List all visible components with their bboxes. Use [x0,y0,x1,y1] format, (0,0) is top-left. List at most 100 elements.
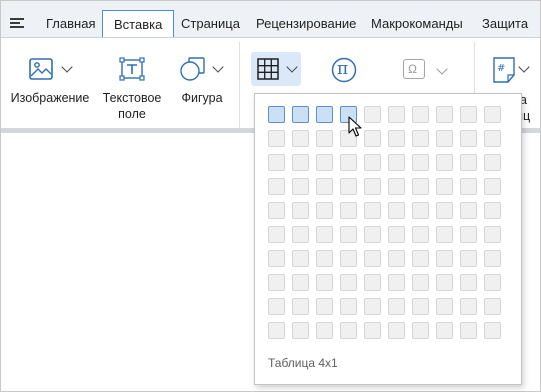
table-picker-cell[interactable] [484,202,501,219]
table-picker-cell[interactable] [292,250,309,267]
tab-home[interactable]: Главная [46,10,95,38]
table-picker-cell[interactable] [436,226,453,243]
table-picker-cell-selected[interactable] [268,106,285,123]
table-picker-cell[interactable] [388,322,405,339]
table-picker-cell[interactable] [364,250,381,267]
table-picker-cell[interactable] [388,274,405,291]
table-picker-cell[interactable] [388,226,405,243]
shape-button[interactable]: Фигура [176,54,232,122]
table-picker-cell[interactable] [316,130,333,147]
table-picker-cell[interactable] [364,106,381,123]
table-picker-cell[interactable] [316,226,333,243]
table-picker-cell[interactable] [388,202,405,219]
table-picker-cell[interactable] [316,298,333,315]
tab-review[interactable]: Рецензирование [256,10,356,38]
table-picker-cell[interactable] [316,250,333,267]
table-picker-cell[interactable] [412,298,429,315]
table-picker-cell[interactable] [340,202,357,219]
table-picker-cell[interactable] [436,298,453,315]
table-picker-cell-selected[interactable] [316,106,333,123]
image-button[interactable]: Изображение [8,54,92,122]
table-picker-cell[interactable] [484,322,501,339]
table-picker-cell[interactable] [292,178,309,195]
tab-macros[interactable]: Макрокоманды [371,10,463,38]
table-picker-cell[interactable] [364,274,381,291]
table-picker-cell[interactable] [484,250,501,267]
table-picker-cell[interactable] [316,274,333,291]
table-picker-cell[interactable] [412,178,429,195]
table-picker-cell[interactable] [364,154,381,171]
table-picker-cell[interactable] [388,298,405,315]
table-picker-cell[interactable] [364,226,381,243]
table-picker-cell[interactable] [412,322,429,339]
table-picker-cell[interactable] [388,178,405,195]
table-picker-cell[interactable] [484,274,501,291]
table-picker-cell[interactable] [412,106,429,123]
table-picker-cell[interactable] [412,250,429,267]
table-picker-cell[interactable] [460,322,477,339]
table-picker-cell[interactable] [436,250,453,267]
table-picker-cell[interactable] [484,130,501,147]
tab-protection[interactable]: Защита [482,10,528,38]
table-picker-cell[interactable] [316,322,333,339]
table-picker-cell[interactable] [316,202,333,219]
table-button[interactable] [251,52,301,86]
table-picker-cell[interactable] [292,226,309,243]
table-picker-cell[interactable] [268,250,285,267]
table-picker-cell[interactable] [436,130,453,147]
table-picker-cell[interactable] [292,202,309,219]
table-picker-cell[interactable] [412,226,429,243]
table-picker-cell[interactable] [436,178,453,195]
table-picker-cell-selected[interactable] [292,106,309,123]
table-picker-cell[interactable] [292,154,309,171]
table-picker-cell[interactable] [484,226,501,243]
table-picker-cell[interactable] [340,274,357,291]
table-picker-cell[interactable] [460,130,477,147]
table-picker-cell[interactable] [412,154,429,171]
table-picker-cell[interactable] [292,274,309,291]
table-picker-cell[interactable] [460,106,477,123]
table-picker-cell[interactable] [340,154,357,171]
symbol-button[interactable]: Ω [400,57,448,85]
table-picker-cell[interactable] [364,202,381,219]
table-picker-cell[interactable] [388,130,405,147]
table-picker-cell[interactable] [460,154,477,171]
table-picker-cell[interactable] [268,130,285,147]
table-picker-cell[interactable] [412,274,429,291]
table-picker-cell[interactable] [340,226,357,243]
table-picker-cell[interactable] [316,178,333,195]
table-picker-cell[interactable] [292,130,309,147]
table-picker-grid[interactable] [268,106,508,346]
tab-insert[interactable]: Вставка [102,10,175,38]
table-picker-cell[interactable] [388,106,405,123]
table-picker-cell[interactable] [460,274,477,291]
table-picker-cell[interactable] [460,178,477,195]
table-picker-cell[interactable] [484,154,501,171]
table-picker-cell[interactable] [436,154,453,171]
tab-page[interactable]: Страница [181,10,240,38]
table-picker-cell[interactable] [268,322,285,339]
table-picker-cell[interactable] [436,322,453,339]
table-picker-cell[interactable] [484,106,501,123]
table-picker-cell[interactable] [412,202,429,219]
formula-button[interactable]: π [329,54,359,86]
table-picker-cell[interactable] [364,322,381,339]
table-picker-cell[interactable] [292,322,309,339]
table-picker-cell[interactable] [268,178,285,195]
table-picker-cell[interactable] [460,250,477,267]
table-picker-cell[interactable] [484,178,501,195]
table-picker-cell[interactable] [460,202,477,219]
table-picker-cell[interactable] [364,130,381,147]
menu-icon[interactable] [10,18,24,28]
table-picker-cell[interactable] [292,298,309,315]
table-picker-cell[interactable] [388,250,405,267]
textbox-button[interactable]: Текстовое поле [100,54,164,122]
table-picker-cell[interactable] [268,298,285,315]
table-picker-cell[interactable] [268,274,285,291]
table-picker-cell[interactable] [268,226,285,243]
table-picker-cell[interactable] [268,202,285,219]
table-picker-cell[interactable] [436,202,453,219]
table-picker-cell[interactable] [460,298,477,315]
table-picker-cell[interactable] [436,274,453,291]
table-picker-cell[interactable] [364,178,381,195]
